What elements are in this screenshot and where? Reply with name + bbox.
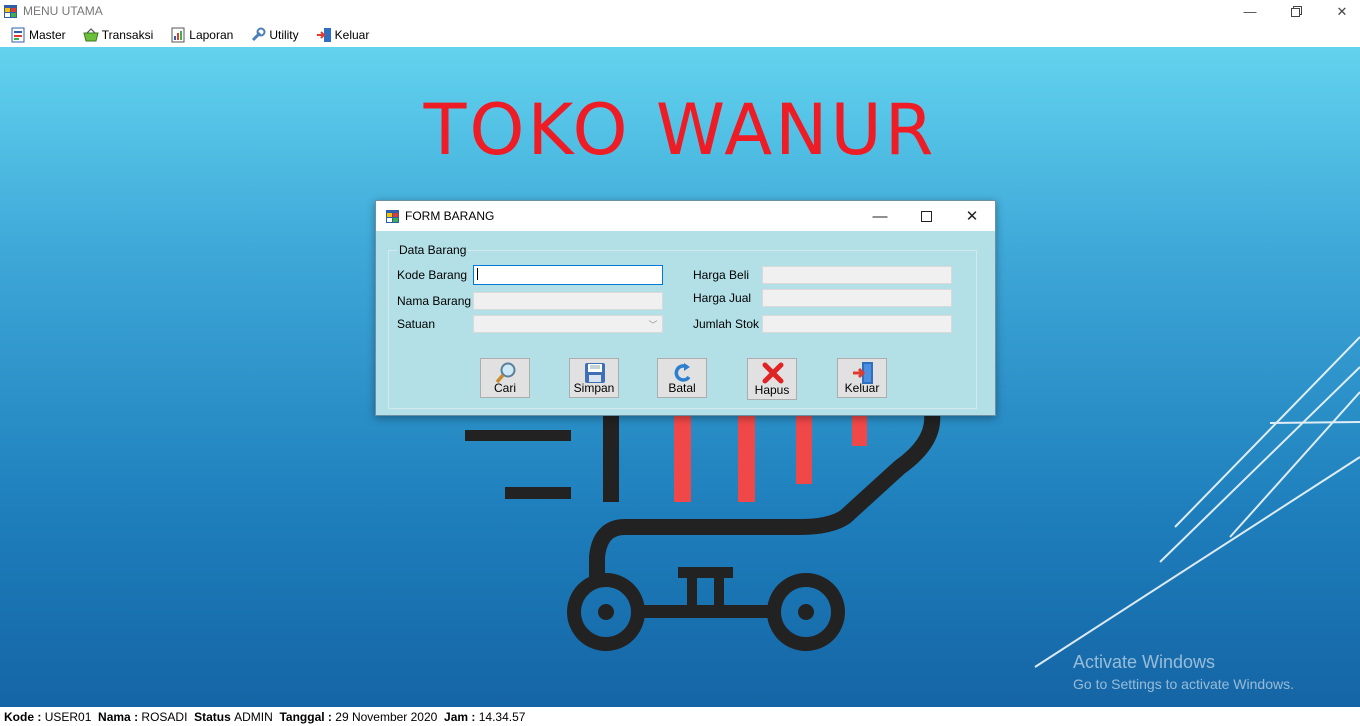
dialog-title-bar: FORM BARANG — ✕ xyxy=(376,201,995,231)
tanggal-status-value: 29 November 2020 xyxy=(335,709,438,724)
menu-bar: Master Transaksi Laporan Utility Keluar xyxy=(0,23,1360,47)
chevron-down-icon[interactable]: ﹀ xyxy=(646,316,660,332)
kode-barang-input[interactable] xyxy=(473,265,663,285)
text-caret xyxy=(477,268,478,280)
harga-jual-input[interactable] xyxy=(762,289,952,307)
exit-icon xyxy=(316,28,331,42)
menu-master[interactable]: Master xyxy=(0,23,73,47)
close-icon: ✕ xyxy=(1336,3,1348,19)
dialog-maximize-button[interactable] xyxy=(903,201,949,231)
dialog-title: FORM BARANG xyxy=(405,209,495,223)
menu-laporan-label: Laporan xyxy=(189,28,234,42)
dialog-close-button[interactable]: ✕ xyxy=(949,201,995,231)
app-form-icon xyxy=(4,5,17,18)
status-bar: Kode : USER01 Nama : ROSADI Status ADMIN… xyxy=(0,707,1360,726)
activation-watermark: Activate Windows Go to Settings to activ… xyxy=(1073,652,1294,692)
kode-status-label: Kode : xyxy=(4,709,42,724)
batal-button[interactable]: Batal xyxy=(657,358,707,398)
cari-label: Cari xyxy=(493,381,516,395)
menu-transaksi-label: Transaksi xyxy=(101,28,154,42)
activation-line2: Go to Settings to activate Windows. xyxy=(1073,676,1294,692)
delete-x-icon xyxy=(762,362,784,384)
wrench-icon xyxy=(252,27,266,42)
activation-line1: Activate Windows xyxy=(1073,652,1216,672)
jam-status-value: 14.34.57 xyxy=(478,709,526,724)
restore-icon xyxy=(1290,6,1302,17)
brand-title: TOKO WANUR xyxy=(423,89,937,171)
jumlah-stok-input[interactable] xyxy=(762,315,952,333)
batal-label: Batal xyxy=(668,381,696,395)
menu-laporan[interactable]: Laporan xyxy=(160,23,240,47)
cart-illustration xyxy=(465,413,941,651)
keluar-label: Keluar xyxy=(844,381,880,395)
menu-utility-label: Utility xyxy=(269,28,299,42)
satuan-select[interactable]: ﹀ xyxy=(473,315,663,333)
nama-barang-label: Nama Barang xyxy=(397,294,472,308)
simpan-button[interactable]: Simpan xyxy=(569,358,619,398)
hapus-label: Hapus xyxy=(754,383,790,397)
group-label: Data Barang xyxy=(397,243,469,257)
nama-status-value: ROSADI xyxy=(141,709,188,724)
jumlah-stok-label: Jumlah Stok xyxy=(693,317,760,331)
kode-barang-label: Kode Barang xyxy=(397,268,468,282)
form-barang-dialog: FORM BARANG — ✕ Data Barang Kode Barang … xyxy=(375,200,996,416)
harga-jual-label: Harga Jual xyxy=(693,291,752,305)
minimize-icon: — xyxy=(1243,4,1257,19)
menu-transaksi[interactable]: Transaksi xyxy=(73,23,161,47)
tanggal-status-label: Tanggal : xyxy=(279,709,332,724)
menu-keluar-label: Keluar xyxy=(334,28,370,42)
window-title-bar: MENU UTAMA — ✕ xyxy=(0,0,1360,23)
restore-button[interactable] xyxy=(1273,0,1319,23)
report-icon xyxy=(171,27,185,43)
window-title: MENU UTAMA xyxy=(23,4,103,18)
keluar-button[interactable]: Keluar xyxy=(837,358,887,398)
nama-barang-input[interactable] xyxy=(473,292,663,310)
close-icon: ✕ xyxy=(965,208,979,225)
kode-status-value: USER01 xyxy=(44,709,92,724)
minimize-button[interactable]: — xyxy=(1227,0,1273,23)
simpan-label: Simpan xyxy=(573,381,615,395)
harga-beli-input[interactable] xyxy=(762,266,952,284)
close-button[interactable]: ✕ xyxy=(1319,0,1360,23)
nama-status-label: Nama : xyxy=(98,709,139,724)
minimize-icon: — xyxy=(872,207,888,225)
hapus-button[interactable]: Hapus xyxy=(747,358,797,400)
status-status-label: Status xyxy=(194,709,231,724)
form-icon xyxy=(11,27,25,43)
dialog-minimize-button[interactable]: — xyxy=(857,201,903,231)
maximize-icon xyxy=(920,210,932,222)
harga-beli-label: Harga Beli xyxy=(693,268,750,282)
menu-keluar[interactable]: Keluar xyxy=(306,23,377,47)
satuan-label: Satuan xyxy=(397,317,436,331)
menu-utility[interactable]: Utility xyxy=(240,23,305,47)
basket-icon xyxy=(83,28,99,42)
status-status-value: ADMIN xyxy=(234,709,273,724)
menu-master-label: Master xyxy=(29,28,66,42)
jam-status-label: Jam : xyxy=(444,709,476,724)
dialog-form-icon xyxy=(386,210,399,223)
cari-button[interactable]: Cari xyxy=(480,358,530,398)
